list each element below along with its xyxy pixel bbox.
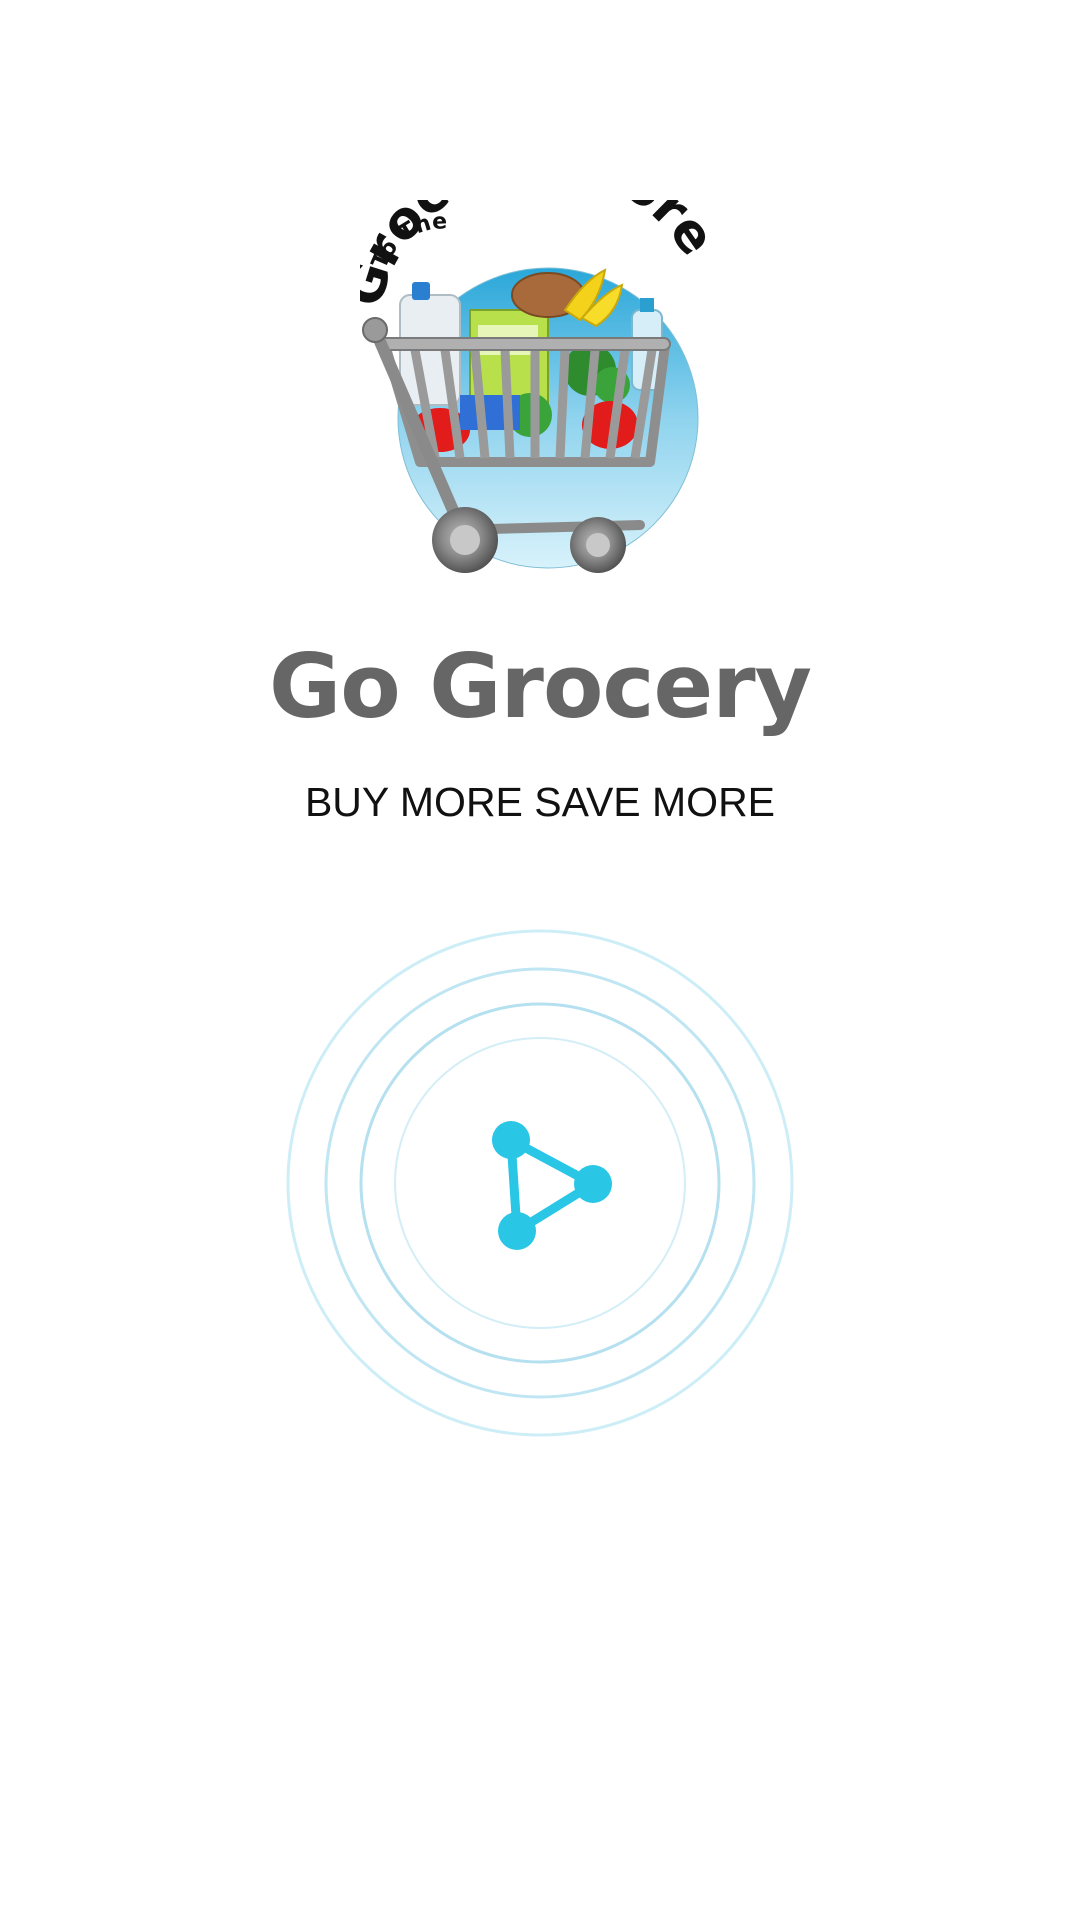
loading-indicator — [285, 928, 795, 1438]
grocery-store-logo: To The Grocery Store — [360, 200, 720, 590]
pulse-ring-2 — [359, 1002, 721, 1364]
pulse-ring-inner — [394, 1037, 686, 1329]
pulse-ring-outer — [286, 929, 794, 1437]
share-nodes-icon — [492, 1121, 612, 1250]
shopping-cart-icon: To The Grocery Store — [360, 200, 720, 573]
app-title: Go Grocery — [268, 635, 812, 738]
tagline: BUY MORE SAVE MORE — [304, 779, 776, 825]
pulse-ring-3 — [324, 967, 756, 1399]
